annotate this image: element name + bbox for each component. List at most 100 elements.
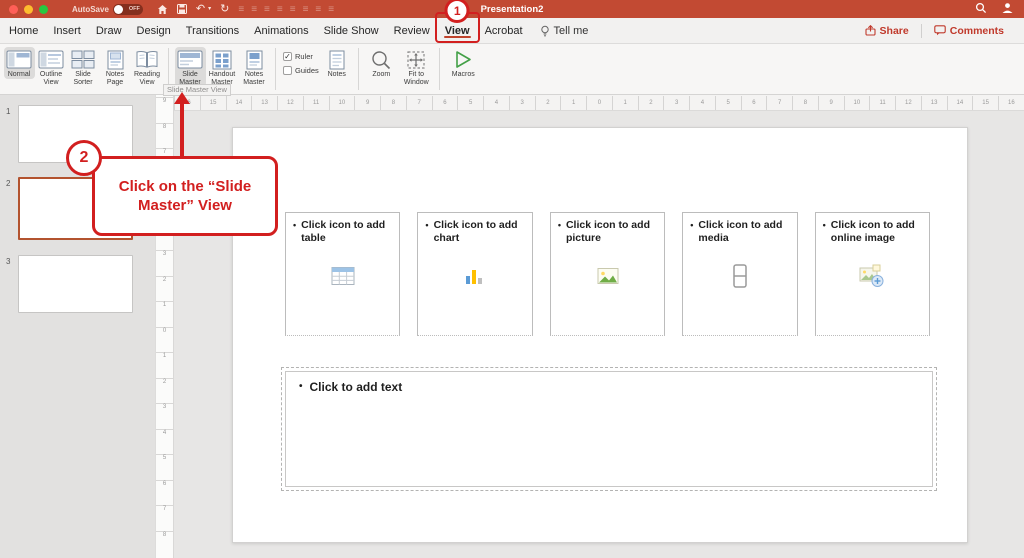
- notes-page-icon: [107, 49, 124, 70]
- tab-review[interactable]: Review: [393, 18, 431, 43]
- share-icon: [865, 25, 876, 36]
- bullet-icon: •: [690, 220, 693, 245]
- notes-master-icon: [246, 49, 263, 70]
- annotation-callout-text: Click on the “Slide Master” View: [105, 177, 265, 216]
- tab-draw[interactable]: Draw: [95, 18, 123, 43]
- ribbon-group-divider: [439, 48, 440, 90]
- notes-master-button[interactable]: Notes Master: [239, 47, 270, 87]
- app-window: AutoSave OFF ↶ ▾ ↻ ≡≡≡≡≡≡≡≡ Presentation…: [0, 0, 1024, 558]
- share-button[interactable]: Share: [853, 18, 921, 43]
- outline-view-button[interactable]: Outline View: [36, 47, 67, 87]
- redo-icon[interactable]: ↻: [220, 4, 229, 15]
- ruler-checkbox-row[interactable]: ✓ Ruler: [283, 52, 319, 61]
- notes-page-button[interactable]: Notes Page: [100, 47, 131, 87]
- autosave-toggle[interactable]: OFF: [113, 4, 143, 15]
- close-window-button[interactable]: [9, 5, 18, 14]
- document-title: Presentation2: [481, 4, 544, 15]
- lightbulb-icon: [540, 25, 550, 37]
- slide-canvas: •Click icon to add table •Click icon to …: [232, 127, 968, 543]
- comment-icon: [934, 25, 946, 36]
- tab-home[interactable]: Home: [8, 18, 39, 43]
- slide-sorter-button[interactable]: Slide Sorter: [68, 47, 99, 87]
- tab-transitions[interactable]: Transitions: [185, 18, 240, 43]
- guides-checkbox-row[interactable]: Guides: [283, 66, 319, 75]
- notes-icon: [329, 49, 345, 70]
- text-placeholder-outline: •Click to add text: [281, 367, 937, 491]
- annotation-step1-badge: 1: [445, 0, 470, 23]
- placeholder-label: Click icon to add online image: [831, 219, 922, 245]
- placeholder-label: Click icon to add table: [301, 219, 392, 245]
- zoom-window-button[interactable]: [39, 5, 48, 14]
- horizontal-ruler: 1615141312111098765432101234567891011121…: [174, 95, 1024, 111]
- tab-slide-show[interactable]: Slide Show: [323, 18, 380, 43]
- bullet-icon: •: [425, 220, 428, 245]
- zoom-button[interactable]: Zoom: [364, 47, 398, 79]
- online-image-placeholder[interactable]: •Click icon to add online image: [815, 212, 930, 336]
- tab-view[interactable]: View 1: [444, 18, 471, 43]
- media-icon[interactable]: [732, 264, 747, 289]
- thumbnail-number: 3: [6, 257, 10, 266]
- bullet-icon: •: [558, 220, 561, 245]
- tabbar-actions: Share Comments: [853, 18, 1016, 43]
- table-placeholder[interactable]: •Click icon to add table: [285, 212, 400, 336]
- normal-view-button[interactable]: Normal: [4, 47, 35, 79]
- checkbox-unchecked-icon: [283, 66, 292, 75]
- title-bar: AutoSave OFF ↶ ▾ ↻ ≡≡≡≡≡≡≡≡ Presentation…: [0, 0, 1024, 18]
- tab-insert[interactable]: Insert: [52, 18, 82, 43]
- placeholder-label: Click icon to add picture: [566, 219, 657, 245]
- dimmed-toolbar-icons: ≡≡≡≡≡≡≡≡: [238, 4, 334, 15]
- annotation-arrow-line: [180, 103, 184, 159]
- bullet-icon: •: [299, 381, 303, 394]
- media-placeholder[interactable]: •Click icon to add media: [682, 212, 797, 336]
- thumbnail-number: 2: [6, 179, 10, 188]
- titlebar-right: [975, 2, 1014, 14]
- placeholder-label: Click icon to add chart: [434, 219, 525, 245]
- content-placeholder-row: •Click icon to add table •Click icon to …: [285, 212, 930, 336]
- outline-view-icon: [38, 49, 64, 70]
- reading-view-button[interactable]: Reading View: [132, 47, 163, 87]
- handout-master-button[interactable]: Handout Master: [207, 47, 238, 87]
- chart-placeholder[interactable]: •Click icon to add chart: [417, 212, 532, 336]
- picture-icon[interactable]: [597, 268, 619, 285]
- bullet-icon: •: [823, 220, 826, 245]
- picture-placeholder[interactable]: •Click icon to add picture: [550, 212, 665, 336]
- autosave-control: AutoSave OFF: [72, 4, 143, 15]
- tab-acrobat[interactable]: Acrobat: [484, 18, 524, 43]
- save-icon[interactable]: [177, 4, 187, 14]
- thumbnail-number: 1: [6, 107, 10, 116]
- tab-animations[interactable]: Animations: [253, 18, 309, 43]
- slide-work-area: •Click icon to add table •Click icon to …: [174, 111, 1024, 558]
- autosave-label: AutoSave: [72, 5, 109, 14]
- normal-view-icon: [6, 49, 32, 70]
- reading-view-icon: [135, 49, 159, 70]
- traffic-lights: [9, 5, 48, 14]
- ribbon-tab-bar: Home Insert Draw Design Transitions Anim…: [0, 18, 1024, 44]
- minimize-window-button[interactable]: [24, 5, 33, 14]
- comments-button[interactable]: Comments: [922, 18, 1016, 43]
- undo-icon[interactable]: ↶: [196, 4, 205, 15]
- fit-to-window-icon: [406, 49, 426, 70]
- notes-button[interactable]: Notes: [321, 47, 352, 79]
- slide-master-icon: [177, 49, 203, 70]
- text-placeholder[interactable]: •Click to add text: [285, 371, 933, 487]
- slide-master-button[interactable]: Slide Master: [175, 47, 206, 87]
- tell-me-control[interactable]: Tell me: [540, 18, 589, 43]
- search-icon[interactable]: [975, 2, 987, 14]
- annotation-step2-badge: 2: [66, 140, 102, 176]
- home-icon[interactable]: [157, 4, 168, 15]
- table-icon[interactable]: [331, 267, 355, 286]
- undo-dropdown-icon[interactable]: ▾: [208, 6, 211, 12]
- ribbon-group-divider: [358, 48, 359, 90]
- fit-to-window-button[interactable]: Fit to Window: [399, 47, 433, 87]
- slide-thumbnail-3[interactable]: [18, 255, 133, 313]
- account-icon[interactable]: [1001, 2, 1014, 14]
- macros-button[interactable]: Macros: [445, 47, 481, 79]
- online-image-icon[interactable]: [859, 264, 885, 288]
- bullet-icon: •: [293, 220, 296, 245]
- zoom-icon: [371, 49, 391, 70]
- tab-design[interactable]: Design: [136, 18, 172, 43]
- autosave-toggle-state: OFF: [129, 6, 140, 12]
- slide-sorter-icon: [71, 49, 95, 70]
- ribbon-group-divider: [275, 48, 276, 90]
- chart-icon[interactable]: [464, 267, 486, 285]
